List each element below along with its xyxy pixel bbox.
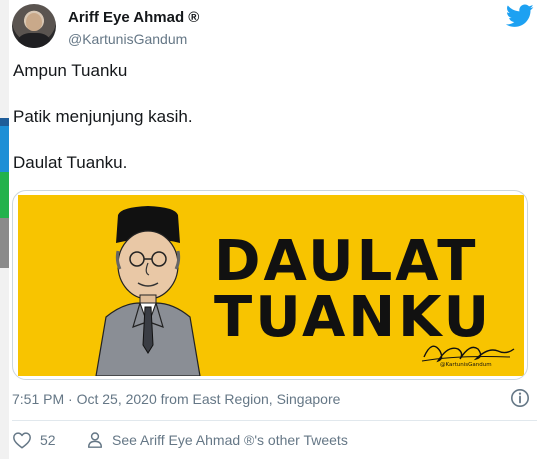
tweet-line: Daulat Tuanku. bbox=[13, 153, 128, 172]
tweet-header: Ariff Eye Ahmad ® @KartunisGandum bbox=[12, 4, 537, 50]
tweet-media[interactable]: DAULAT TUANKU @KartunisGandum bbox=[12, 190, 528, 380]
author-block[interactable]: Ariff Eye Ahmad ® @KartunisGandum bbox=[68, 9, 199, 48]
strip-segment bbox=[0, 268, 9, 459]
heart-icon bbox=[13, 432, 31, 449]
tweet-text: Ampun Tuanku Patik menjunjung kasih. Dau… bbox=[13, 60, 528, 198]
divider bbox=[12, 420, 537, 421]
tweet-timestamp[interactable]: 7:51 PM · Oct 25, 2020 from East Region,… bbox=[12, 391, 340, 407]
info-icon[interactable] bbox=[510, 388, 530, 408]
author-handle[interactable]: @KartunisGandum bbox=[68, 30, 199, 48]
other-tweets-link[interactable]: See Ariff Eye Ahmad ®'s other Tweets bbox=[86, 430, 406, 452]
person-icon bbox=[87, 432, 103, 448]
tweet-line: Ampun Tuanku bbox=[13, 61, 128, 80]
strip-segment bbox=[0, 218, 9, 268]
like-button[interactable]: 52 bbox=[12, 430, 72, 452]
author-display-name[interactable]: Ariff Eye Ahmad ® bbox=[68, 9, 199, 27]
twitter-bird-icon[interactable] bbox=[506, 4, 534, 28]
cartoon-image[interactable]: DAULAT TUANKU @KartunisGandum bbox=[18, 195, 524, 376]
avatar-face bbox=[26, 13, 42, 31]
tweet-card: Ariff Eye Ahmad ® @KartunisGandum Ampun … bbox=[9, 0, 542, 459]
avatar[interactable] bbox=[12, 4, 56, 48]
strip-segment bbox=[0, 172, 9, 218]
left-edge-strip bbox=[0, 0, 9, 459]
strip-segment bbox=[0, 126, 9, 172]
headline-line-1: DAULAT bbox=[214, 229, 479, 294]
strip-segment bbox=[0, 0, 9, 118]
tweet-line: Patik menjunjung kasih. bbox=[13, 107, 193, 126]
caricature-figure bbox=[95, 206, 201, 376]
artist-signature: @KartunisGandum bbox=[421, 345, 515, 368]
avatar-shirt bbox=[18, 33, 50, 48]
like-count: 52 bbox=[40, 432, 56, 448]
other-tweets-label: See Ariff Eye Ahmad ®'s other Tweets bbox=[112, 432, 348, 448]
strip-segment bbox=[0, 118, 9, 126]
signature-tag: @KartunisGandum bbox=[440, 362, 492, 368]
